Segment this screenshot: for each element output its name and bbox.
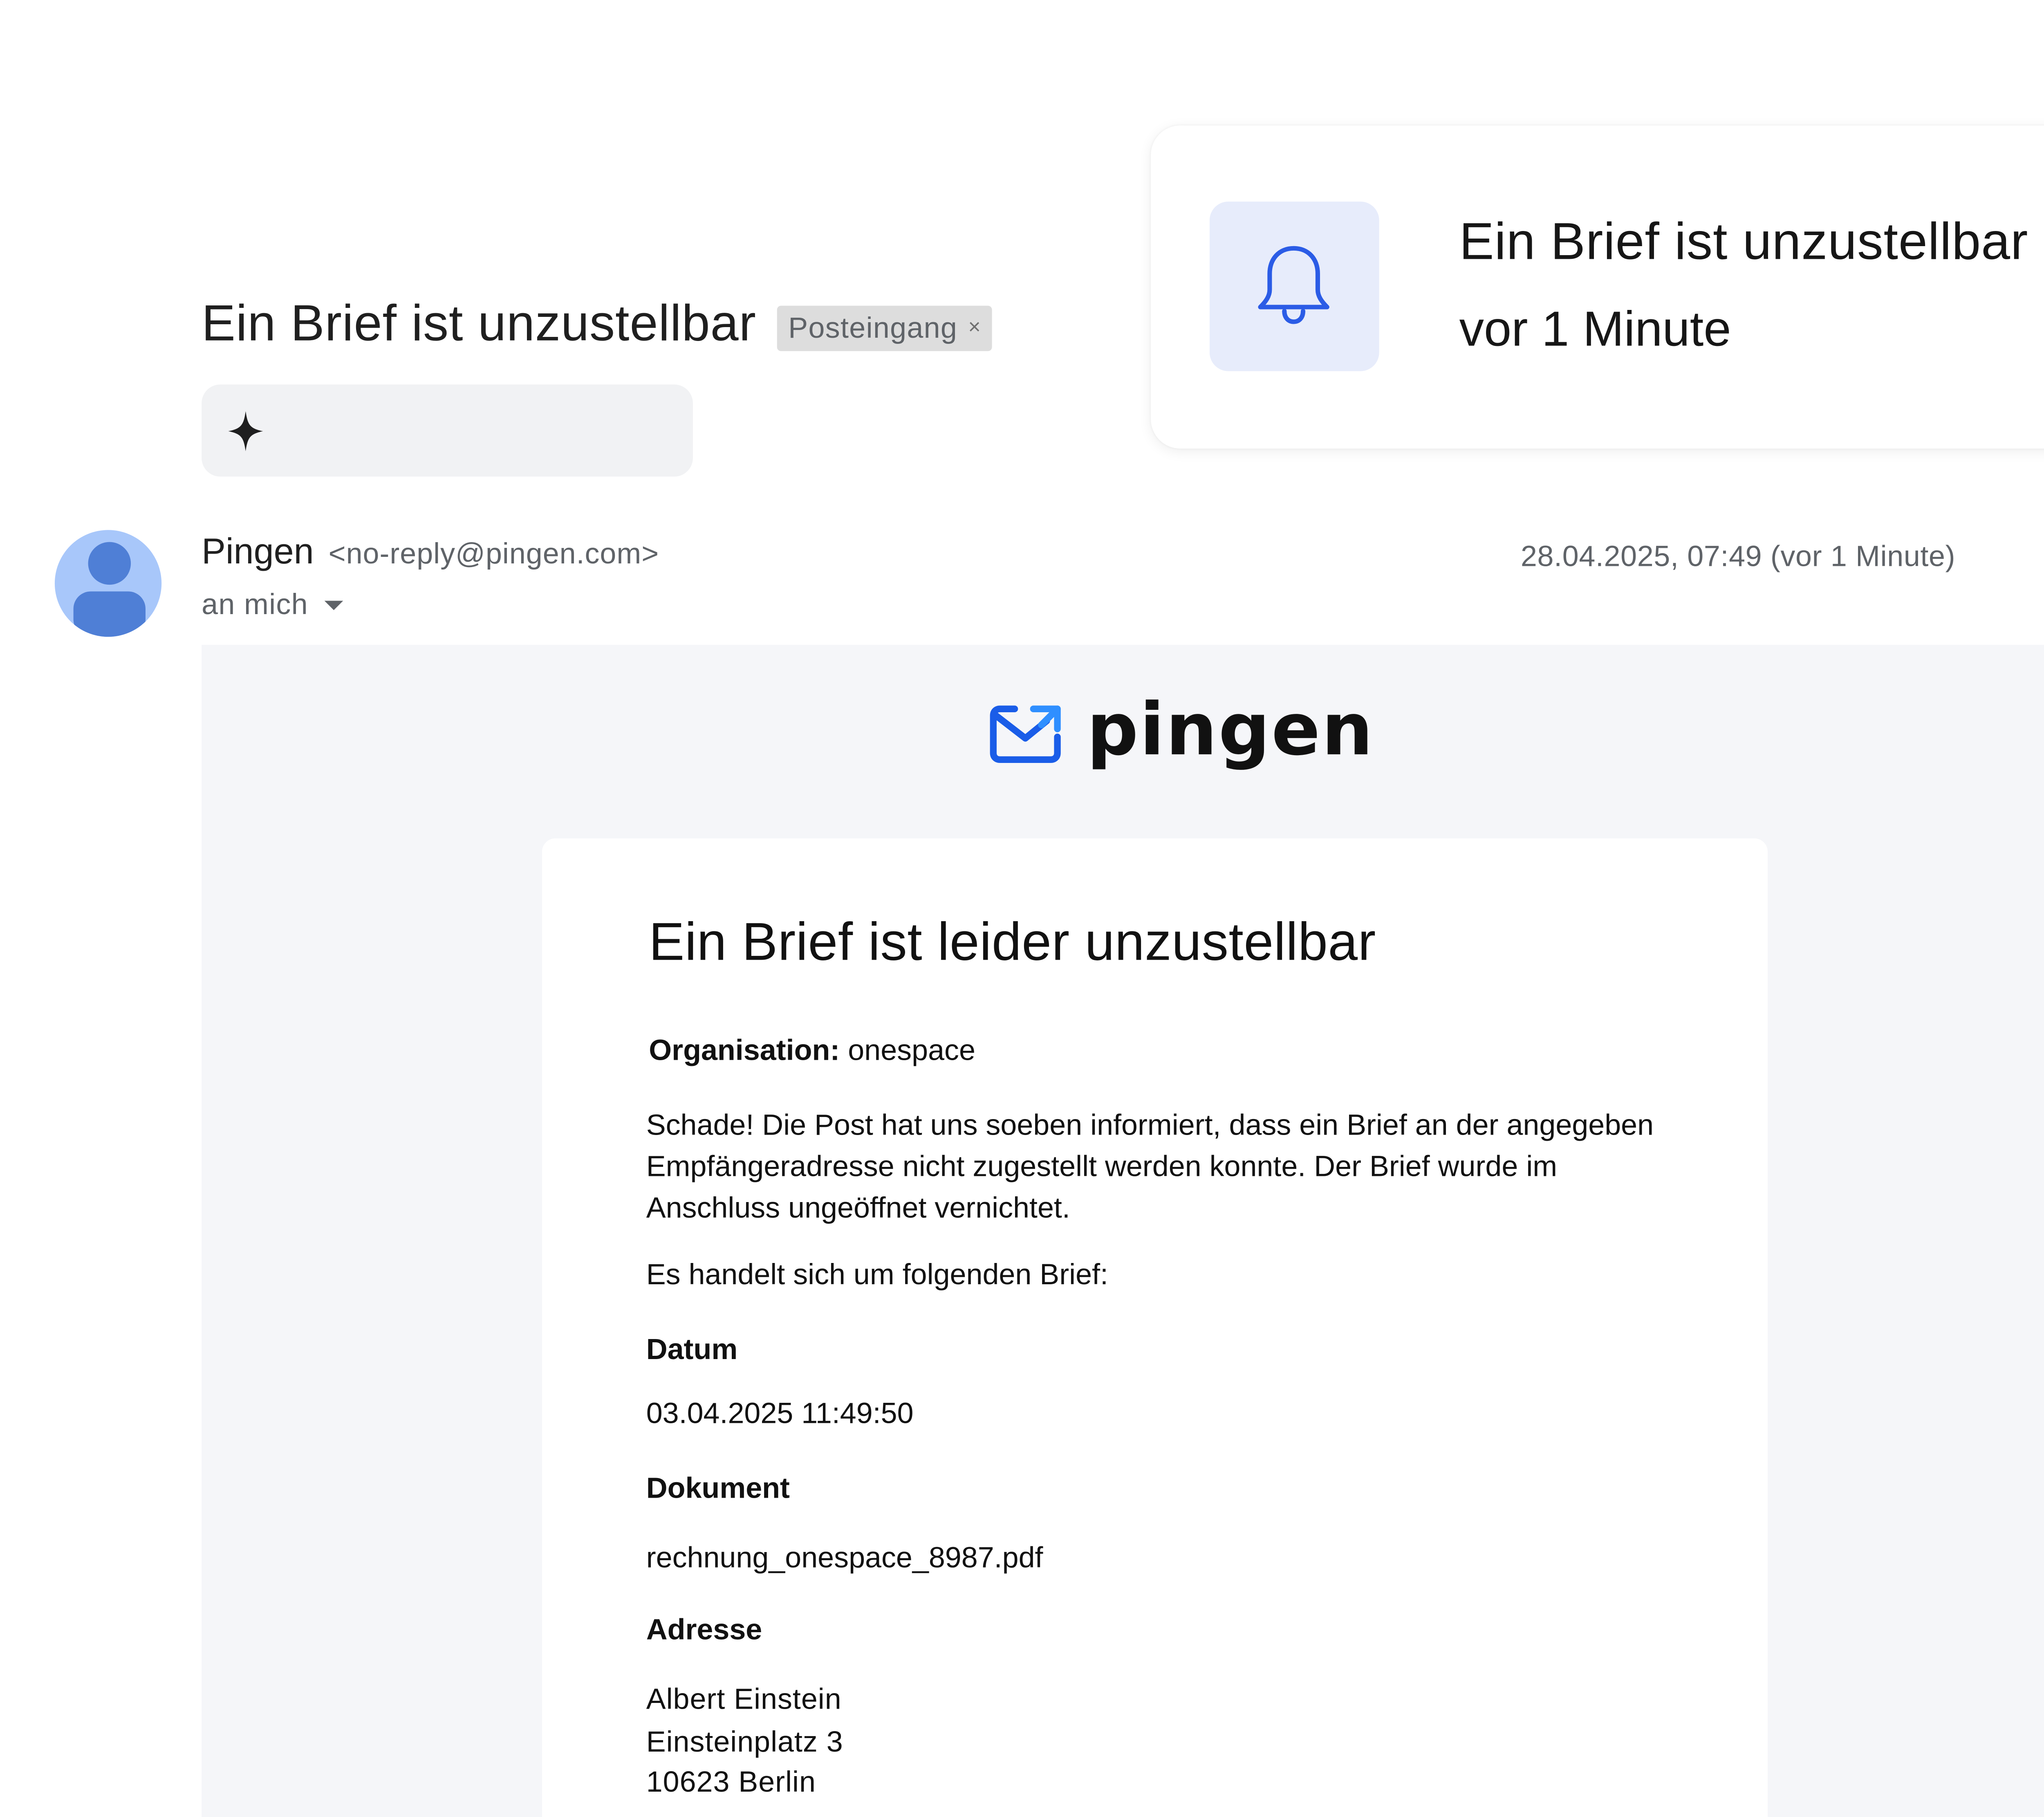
recipient-details-toggle[interactable]: an mich	[202, 588, 343, 622]
organisation-value: onespace	[848, 1033, 975, 1067]
email-subject: Ein Brief ist unzustellbar	[202, 296, 756, 353]
message-card: Ein Brief ist leider unzustellbar Organi…	[542, 838, 1768, 1817]
address-label: Adresse	[646, 1613, 762, 1646]
sender-name[interactable]: Pingen	[202, 532, 314, 573]
notification-icon-box	[1209, 202, 1379, 371]
organisation-line: Organisation: onespace	[649, 1033, 975, 1068]
address-line: Einsteinplatz 3	[646, 1725, 843, 1759]
avatar[interactable]	[54, 530, 162, 637]
letter-intro: Es handelt sich um folgenden Brief:	[646, 1257, 1109, 1291]
message-date: 28.04.2025, 07:49 (vor 1 Minute)	[1520, 539, 1956, 573]
notification-time: vor 1 Minute	[1459, 301, 1731, 357]
chevron-down-icon	[324, 600, 343, 610]
label-text: Posteingang	[788, 310, 958, 344]
recipient-label: an mich	[202, 587, 308, 621]
notification-title: Ein Brief ist unzustellbar	[1459, 213, 2028, 271]
date-value: 03.04.2025 11:49:50	[646, 1396, 914, 1430]
subject-row: Ein Brief ist unzustellbar Posteingang ×	[202, 296, 992, 354]
summarize-button[interactable]	[202, 384, 693, 477]
message-heading: Ein Brief ist leider unzustellbar	[649, 913, 1376, 972]
organisation-label: Organisation:	[649, 1033, 840, 1067]
person-icon	[73, 542, 146, 637]
notification-card[interactable]: Ein Brief ist unzustellbar vor 1 Minute	[1151, 125, 2044, 449]
brand-logo: pingen	[988, 689, 1374, 770]
email-view: Ein Brief ist unzustellbar Posteingang ×…	[0, 0, 2044, 1817]
inbox-label-chip[interactable]: Posteingang ×	[778, 305, 992, 351]
date-label: Datum	[646, 1332, 738, 1366]
sender-email: <no-reply@pingen.com>	[328, 536, 659, 570]
sender-line: Pingen <no-reply@pingen.com>	[202, 532, 659, 573]
address-line: 10623 Berlin	[646, 1765, 816, 1799]
email-body: pingen Ein Brief ist leider unzustellbar…	[202, 645, 2044, 1817]
document-label: Dokument	[646, 1471, 790, 1505]
sparkle-icon	[228, 411, 263, 451]
remove-label-icon[interactable]: ×	[968, 316, 981, 340]
brand-name: pingen	[1087, 687, 1374, 772]
address-line: Albert Einstein	[646, 1682, 842, 1716]
document-value: rechnung_onespace_8987.pdf	[646, 1541, 1043, 1574]
bell-icon	[1258, 246, 1329, 324]
message-paragraph: Schade! Die Post hat uns soeben informie…	[646, 1108, 1654, 1225]
envelope-arrow-icon	[990, 705, 1061, 763]
